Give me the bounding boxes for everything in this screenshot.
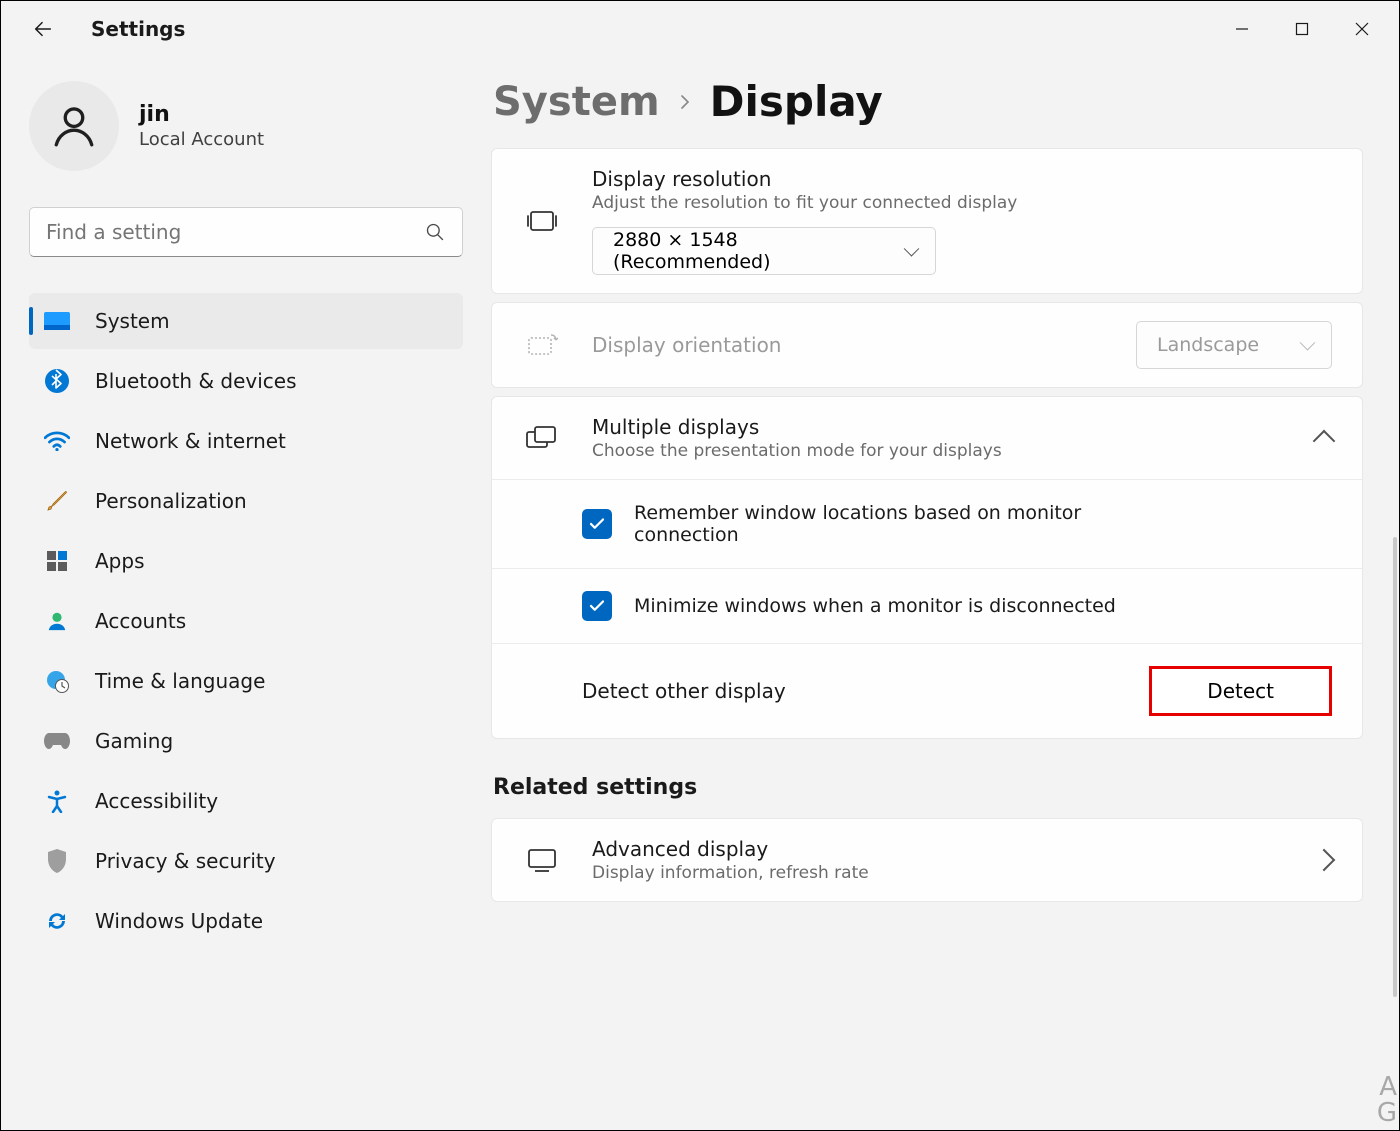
accessibility-icon — [43, 787, 71, 815]
orientation-select: Landscape — [1136, 321, 1332, 369]
system-icon — [43, 307, 71, 335]
sidebar-item-label: Windows Update — [95, 909, 263, 933]
advanced-display-title: Advanced display — [592, 837, 1286, 861]
multiple-displays-icon — [522, 425, 562, 451]
arrow-left-icon — [32, 18, 54, 40]
check-icon — [588, 597, 606, 615]
sidebar-item-accounts[interactable]: Accounts — [29, 593, 463, 649]
breadcrumb-root[interactable]: System — [493, 79, 660, 125]
advanced-display-sub: Display information, refresh rate — [592, 863, 1286, 883]
sidebar-item-label: Bluetooth & devices — [95, 369, 297, 393]
multiple-displays-sub: Choose the presentation mode for your di… — [592, 441, 1286, 461]
resolution-sub: Adjust the resolution to fit your connec… — [592, 193, 1332, 213]
resolution-icon — [522, 208, 562, 234]
wifi-icon — [43, 427, 71, 455]
sidebar-item-gaming[interactable]: Gaming — [29, 713, 463, 769]
apps-icon — [43, 547, 71, 575]
gamepad-icon — [43, 727, 71, 755]
remember-locations-row: Remember window locations based on monit… — [492, 479, 1362, 568]
search-input[interactable] — [29, 207, 463, 257]
account-icon — [43, 607, 71, 635]
sidebar-item-system[interactable]: System — [29, 293, 463, 349]
remember-locations-label: Remember window locations based on monit… — [634, 502, 1114, 546]
sidebar-item-label: System — [95, 309, 170, 333]
sidebar-item-label: Network & internet — [95, 429, 286, 453]
minimize-disconnect-checkbox[interactable] — [582, 591, 612, 621]
page-title: Display — [710, 77, 883, 126]
titlebar: Settings — [1, 1, 1399, 57]
chevron-right-icon — [1313, 849, 1336, 872]
sidebar-item-network[interactable]: Network & internet — [29, 413, 463, 469]
sidebar-item-label: Personalization — [95, 489, 247, 513]
brush-icon — [43, 487, 71, 515]
minimize-button[interactable] — [1213, 9, 1271, 49]
scrollbar[interactable] — [1393, 537, 1397, 997]
nav: System Bluetooth & devices Network & int… — [29, 293, 463, 949]
minimize-icon — [1235, 22, 1249, 36]
search-icon — [425, 222, 445, 242]
detect-button[interactable]: Detect — [1149, 666, 1332, 716]
detect-row: Detect other display Detect — [492, 643, 1362, 738]
user-name: jin — [139, 102, 264, 127]
back-button[interactable] — [25, 11, 61, 47]
multiple-displays-title: Multiple displays — [592, 415, 1286, 439]
maximize-icon — [1295, 22, 1309, 36]
user-info[interactable]: jin Local Account — [29, 81, 463, 171]
resolution-select[interactable]: 2880 × 1548 (Recommended) — [592, 227, 936, 275]
sidebar-item-apps[interactable]: Apps — [29, 533, 463, 589]
main-content: System Display Display resolution Adjust… — [491, 57, 1399, 1130]
sidebar-item-label: Apps — [95, 549, 145, 573]
settings-window: Settings jin Local Account — [0, 0, 1400, 1131]
breadcrumb: System Display — [493, 77, 1363, 126]
sidebar-item-label: Accessibility — [95, 789, 218, 813]
user-icon — [49, 101, 99, 151]
minimize-disconnect-label: Minimize windows when a monitor is disco… — [634, 595, 1116, 617]
multiple-displays-header[interactable]: Multiple displays Choose the presentatio… — [492, 397, 1362, 479]
sidebar-item-label: Privacy & security — [95, 849, 276, 873]
sidebar: jin Local Account System Bluetooth & dev… — [1, 57, 491, 1130]
sidebar-item-label: Gaming — [95, 729, 173, 753]
sidebar-item-accessibility[interactable]: Accessibility — [29, 773, 463, 829]
sidebar-item-label: Accounts — [95, 609, 186, 633]
shield-icon — [43, 847, 71, 875]
resolution-card: Display resolution Adjust the resolution… — [491, 148, 1363, 294]
maximize-button[interactable] — [1273, 9, 1331, 49]
orientation-icon — [522, 332, 562, 358]
user-subtitle: Local Account — [139, 129, 264, 150]
advanced-display-card[interactable]: Advanced display Display information, re… — [491, 818, 1363, 902]
minimize-disconnect-row: Minimize windows when a monitor is disco… — [492, 568, 1362, 643]
chevron-right-icon — [676, 93, 694, 111]
orientation-title: Display orientation — [592, 333, 1106, 357]
avatar — [29, 81, 119, 171]
orientation-card: Display orientation Landscape — [491, 302, 1363, 388]
sidebar-item-personalization[interactable]: Personalization — [29, 473, 463, 529]
close-icon — [1355, 22, 1369, 36]
related-settings-header: Related settings — [493, 775, 1363, 800]
close-button[interactable] — [1333, 9, 1391, 49]
sidebar-item-time[interactable]: Time & language — [29, 653, 463, 709]
update-icon — [43, 907, 71, 935]
multiple-displays-card: Multiple displays Choose the presentatio… — [491, 396, 1363, 739]
sidebar-item-bluetooth[interactable]: Bluetooth & devices — [29, 353, 463, 409]
bluetooth-icon — [43, 367, 71, 395]
resolution-title: Display resolution — [592, 167, 1332, 191]
chevron-up-icon — [1313, 430, 1336, 453]
check-icon — [588, 515, 606, 533]
clock-globe-icon — [43, 667, 71, 695]
sidebar-item-label: Time & language — [95, 669, 265, 693]
sidebar-item-update[interactable]: Windows Update — [29, 893, 463, 949]
ime-indicator: A G — [1377, 1074, 1395, 1126]
monitor-icon — [522, 847, 562, 873]
remember-locations-checkbox[interactable] — [582, 509, 612, 539]
app-title: Settings — [91, 17, 185, 41]
detect-label: Detect other display — [582, 679, 786, 703]
sidebar-item-privacy[interactable]: Privacy & security — [29, 833, 463, 889]
